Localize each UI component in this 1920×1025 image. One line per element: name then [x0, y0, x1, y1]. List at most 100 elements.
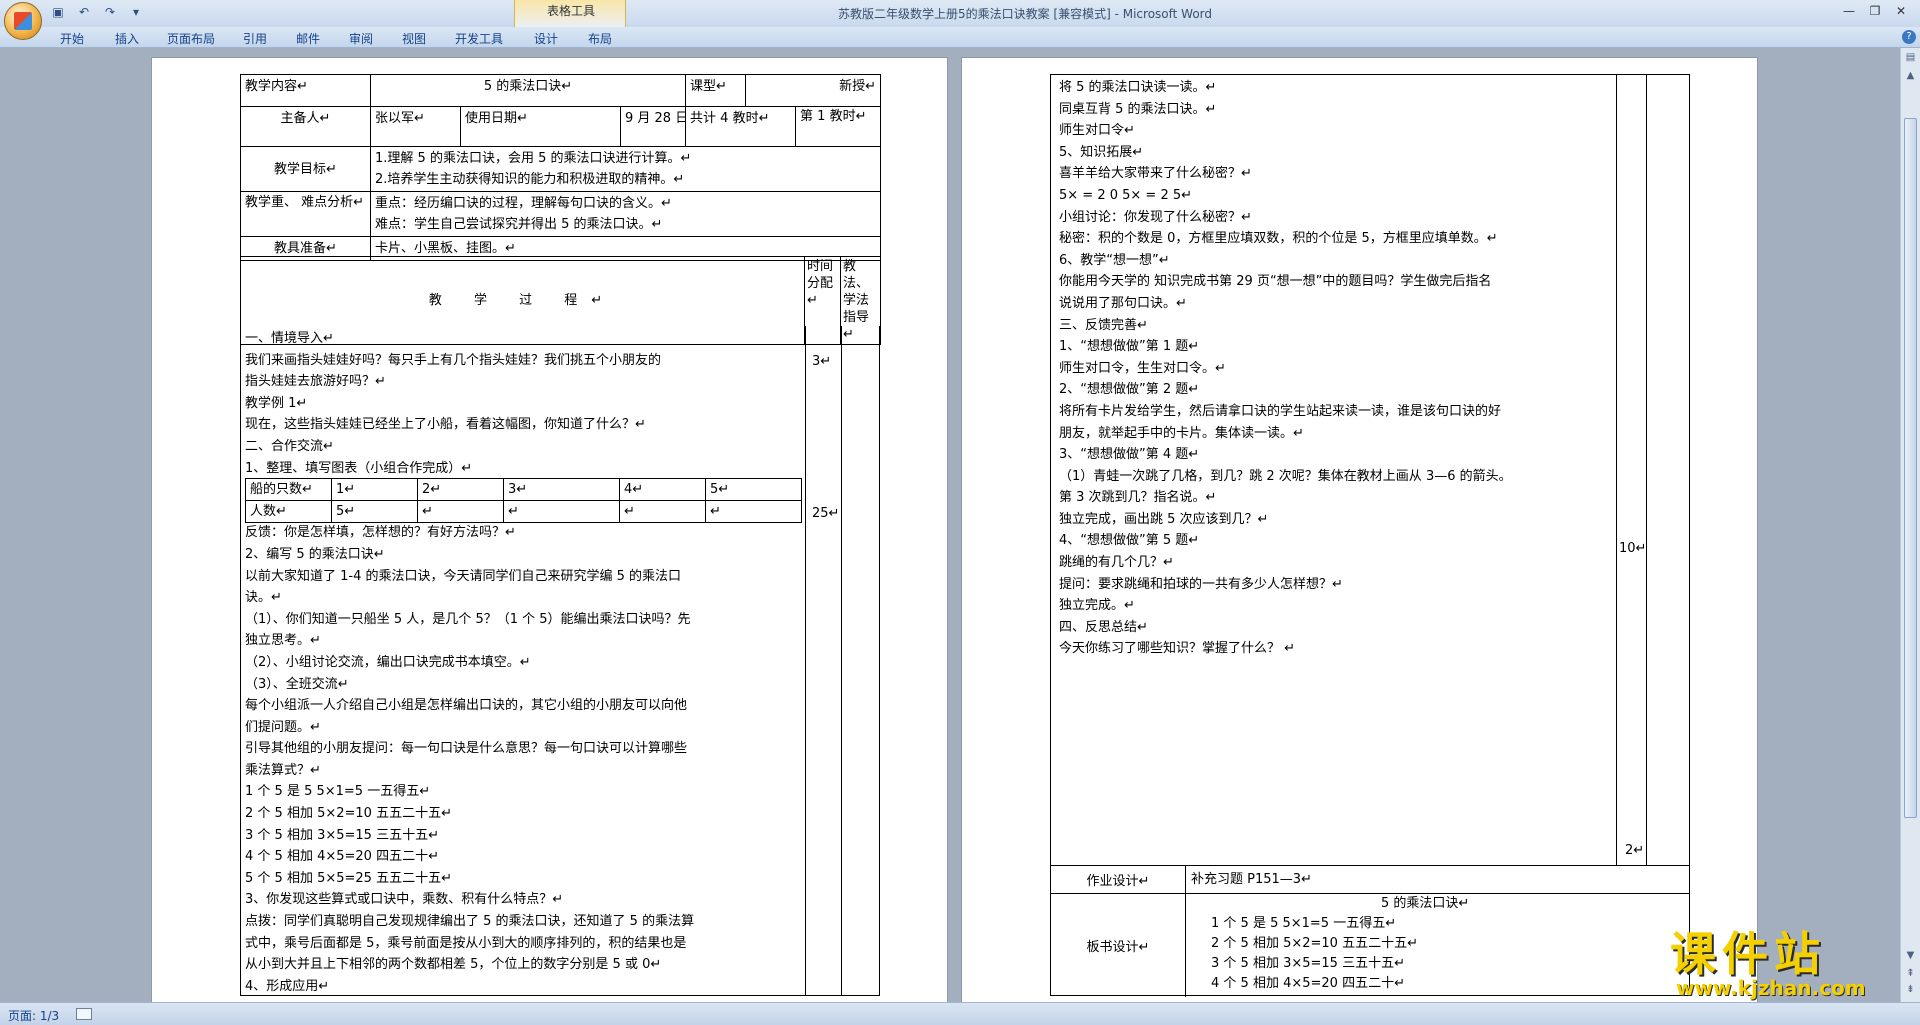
- label-goals: 教学目标↵: [240, 146, 371, 192]
- board-line: 2 个 5 相加 5×2=10 五五二十五↵: [1211, 936, 1418, 951]
- undo-icon[interactable]: ↶: [76, 4, 92, 20]
- keypoint-line-2: 难点：学生自己尝试探究并得出 5 的乘法口诀。↵: [375, 217, 663, 232]
- scroll-down-icon[interactable]: ▼: [1903, 948, 1918, 963]
- text-line: 3 个 5 相加 3×5=15 三五十五↵: [245, 827, 439, 843]
- people-cell: ↵: [503, 500, 620, 523]
- window-title: 苏教版二年级数学上册5的乘法口诀教案 [兼容模式] - Microsoft Wo…: [837, 7, 1213, 21]
- text-line: 1、“想想做做”第 1 题↵: [1059, 339, 1200, 355]
- office-button[interactable]: [4, 2, 42, 40]
- text-line: 1、整理、填写图表（小组合作完成）↵: [245, 460, 473, 476]
- minimize-button[interactable]: —: [1836, 2, 1862, 20]
- time-mark: 10↵: [1619, 541, 1647, 556]
- tab-mailings[interactable]: 邮件: [296, 30, 320, 47]
- watermark-url: www.kjzhan.com: [1676, 976, 1866, 1000]
- text-line: 点拨：同学们真聪明自己发现规律编出了 5 的乘法口诀，还知道了 5 的乘法算: [245, 914, 695, 930]
- text-line: 秘密：积的个数是 0，方框里应填双数，积的个位是 5，方框里应填单数。↵: [1059, 231, 1498, 247]
- text-line: 每个小组派一人介绍自己小组是怎样编出口诀的，其它小组的小朋友可以向他: [245, 698, 688, 714]
- boat-cell: 3↵: [503, 478, 620, 501]
- help-icon[interactable]: ?: [1902, 30, 1916, 44]
- text-line: 6、教学“想一想”↵: [1059, 252, 1170, 268]
- text-line: 5、知识拓展↵: [1059, 144, 1144, 160]
- text-line: （1）、你们知道一只船坐 5 人，是几个 5？（1 个 5）能编出乘法口诀吗？先: [245, 611, 691, 627]
- watermark-logo: 课件站 www.kjzhan.com: [1640, 918, 1900, 1002]
- text-line: 2、编写 5 的乘法口诀↵: [245, 546, 385, 562]
- text-line: 式中，乘号后面都是 5，乘号前面是按从小到大的顺序排列的，积的结果也是: [245, 935, 687, 951]
- text-line: 乘法算式？↵: [245, 762, 321, 778]
- continuation-table: 将 5 的乘法口诀读一读。↵ 同桌互背 5 的乘法口诀。↵ 师生对口令↵ 5、知识拓展…: [1050, 74, 1690, 997]
- text-line: 从小到大并且上下相邻的两个数都相差 5，个位上的数字分别是 5 或 0↵: [245, 957, 662, 973]
- ruler-toggle-icon[interactable]: ▤: [1903, 50, 1918, 65]
- text-line: 4、形成应用↵: [245, 978, 330, 994]
- keypoint-line-1: 重点：经历编口诀的过程，理解每句口诀的含义。↵: [375, 196, 672, 211]
- tab-developer[interactable]: 开发工具: [455, 30, 503, 47]
- text-line: 3、你发现这些算式或口诀中，乘数、积有什么特点？↵: [245, 892, 564, 908]
- tab-references[interactable]: 引用: [243, 30, 267, 47]
- text-line: 二、合作交流↵: [245, 438, 334, 454]
- tab-layout[interactable]: 布局: [588, 30, 612, 47]
- text-line: 同桌互背 5 的乘法口诀。↵: [1059, 101, 1217, 117]
- people-cell: ↵: [417, 500, 504, 523]
- text-line: 提问：要求跳绳和拍球的一共有多少人怎样想？↵: [1059, 576, 1343, 592]
- board-line: 3 个 5 相加 3×5=15 三五十五↵: [1211, 956, 1405, 971]
- boat-cell: 4↵: [619, 478, 706, 501]
- tab-home[interactable]: 开始: [60, 30, 84, 47]
- tab-insert[interactable]: 插入: [115, 30, 139, 47]
- vertical-scrollbar[interactable]: ▤ ▲ ▼ ⇞ ⇟: [1900, 48, 1920, 1002]
- restore-button[interactable]: ❐: [1862, 2, 1888, 20]
- prev-page-icon[interactable]: ⇞: [1903, 966, 1918, 981]
- text-line: 三、反馈完善↵: [1059, 317, 1148, 333]
- text-line: 喜羊羊给大家带来了什么秘密？↵: [1059, 166, 1252, 182]
- tab-review[interactable]: 审阅: [349, 30, 373, 47]
- page-2: 将 5 的乘法口诀读一读。↵ 同桌互背 5 的乘法口诀。↵ 师生对口令↵ 5、知识拓展…: [962, 58, 1757, 1002]
- goal-line-1: 1.理解 5 的乘法口诀，会用 5 的乘法口诀进行计算。↵: [375, 151, 692, 166]
- value-type: 新授↵: [745, 74, 882, 107]
- text-line: 3、“想想做做”第 4 题↵: [1059, 447, 1200, 463]
- tab-view[interactable]: 视图: [402, 30, 426, 47]
- method-column: [1646, 75, 1689, 865]
- homework-label: 作业设计↵: [1051, 866, 1186, 893]
- board-content: 5 的乘法口诀↵ 1 个 5 是 5 5×1=5 一五得五↵ 2 个 5 相加 …: [1201, 894, 1469, 994]
- label-keypoints: 教学重、 难点分析↵: [240, 191, 371, 237]
- board-line: 1 个 5 是 5 5×1=5 一五得五↵: [1211, 916, 1397, 931]
- label-total: 共计 4 教时↵: [685, 106, 797, 147]
- text-line: 独立完成，画出跳 5 次应该到几？↵: [1059, 511, 1269, 527]
- boat-table: 船的只数↵ 1↵ 2↵ 3↵ 4↵ 5↵ 人数↵ 5↵ ↵ ↵ ↵ ↵: [245, 478, 802, 523]
- text-line: 将所有卡片发给学生，然后请拿口诀的学生站起来读一读，谁是该句口诀的好: [1059, 403, 1502, 419]
- label-type: 课型↵: [685, 74, 747, 107]
- page-count[interactable]: 页面: 1/3: [8, 1007, 59, 1024]
- text-line: 师生对口令↵: [1059, 123, 1135, 139]
- label-content: 教学内容↵: [240, 74, 371, 107]
- label-preparer: 主备人↵: [240, 106, 371, 147]
- text-line: 引导其他组的小朋友提问：每一句口诀是什么意思？每一句口诀可以计算哪些: [245, 741, 688, 757]
- board-label: 板书设计↵: [1051, 894, 1186, 997]
- redo-icon[interactable]: ↷: [102, 4, 118, 20]
- text-line: 跳绳的有几个几？↵: [1059, 555, 1174, 571]
- text-line: 独立完成。↵: [1059, 598, 1135, 614]
- text-line: 4、“想想做做”第 5 题↵: [1059, 533, 1200, 549]
- text-line: （3）、全班交流↵: [245, 676, 349, 692]
- boat-cell: 1↵: [331, 478, 418, 501]
- text-line: （2）、小组讨论交流，编出口诀完成书本填空。↵: [245, 654, 531, 670]
- text-line: 第 3 次跳到几？指名说。↵: [1059, 490, 1217, 506]
- scroll-up-icon[interactable]: ▲: [1903, 68, 1918, 83]
- text-line: 5× = 2 0 5× = 2 5↵: [1059, 187, 1193, 203]
- proofing-icon[interactable]: [76, 1008, 92, 1020]
- tab-page-layout[interactable]: 页面布局: [167, 30, 215, 47]
- next-page-icon[interactable]: ⇟: [1903, 982, 1918, 997]
- customize-qat-icon[interactable]: ▾: [128, 4, 144, 20]
- method-column: [841, 326, 881, 995]
- ribbon-tabs: [0, 27, 1920, 48]
- board-design-row: 板书设计↵ 5 的乘法口诀↵ 1 个 5 是 5 5×1=5 一五得五↵ 2 个…: [1051, 893, 1689, 997]
- text-line: 2 个 5 相加 5×2=10 五五二十五↵: [245, 806, 452, 822]
- text-line: 5 个 5 相加 5×5=25 五五二十五↵: [245, 870, 452, 886]
- text-line: 反馈：你是怎样填，怎样想的？有好方法吗？↵: [245, 525, 516, 541]
- save-icon[interactable]: ▣: [50, 4, 66, 20]
- tab-design[interactable]: 设计: [534, 30, 558, 47]
- close-button[interactable]: ✕: [1888, 2, 1914, 20]
- text-line: 教学例 1↵: [245, 395, 308, 411]
- scroll-thumb[interactable]: [1904, 118, 1917, 818]
- boat-cell: 5↵: [705, 478, 802, 501]
- document-area: 教学内容↵ 5 的乘法口诀↵ 课型↵ 新授↵ 主备人↵ 张以军↵ 使用日期↵ 9…: [0, 48, 1900, 1002]
- value-content: 5 的乘法口诀↵: [369, 74, 687, 107]
- page-1: 教学内容↵ 5 的乘法口诀↵ 课型↵ 新授↵ 主备人↵ 张以军↵ 使用日期↵ 9…: [152, 58, 947, 1002]
